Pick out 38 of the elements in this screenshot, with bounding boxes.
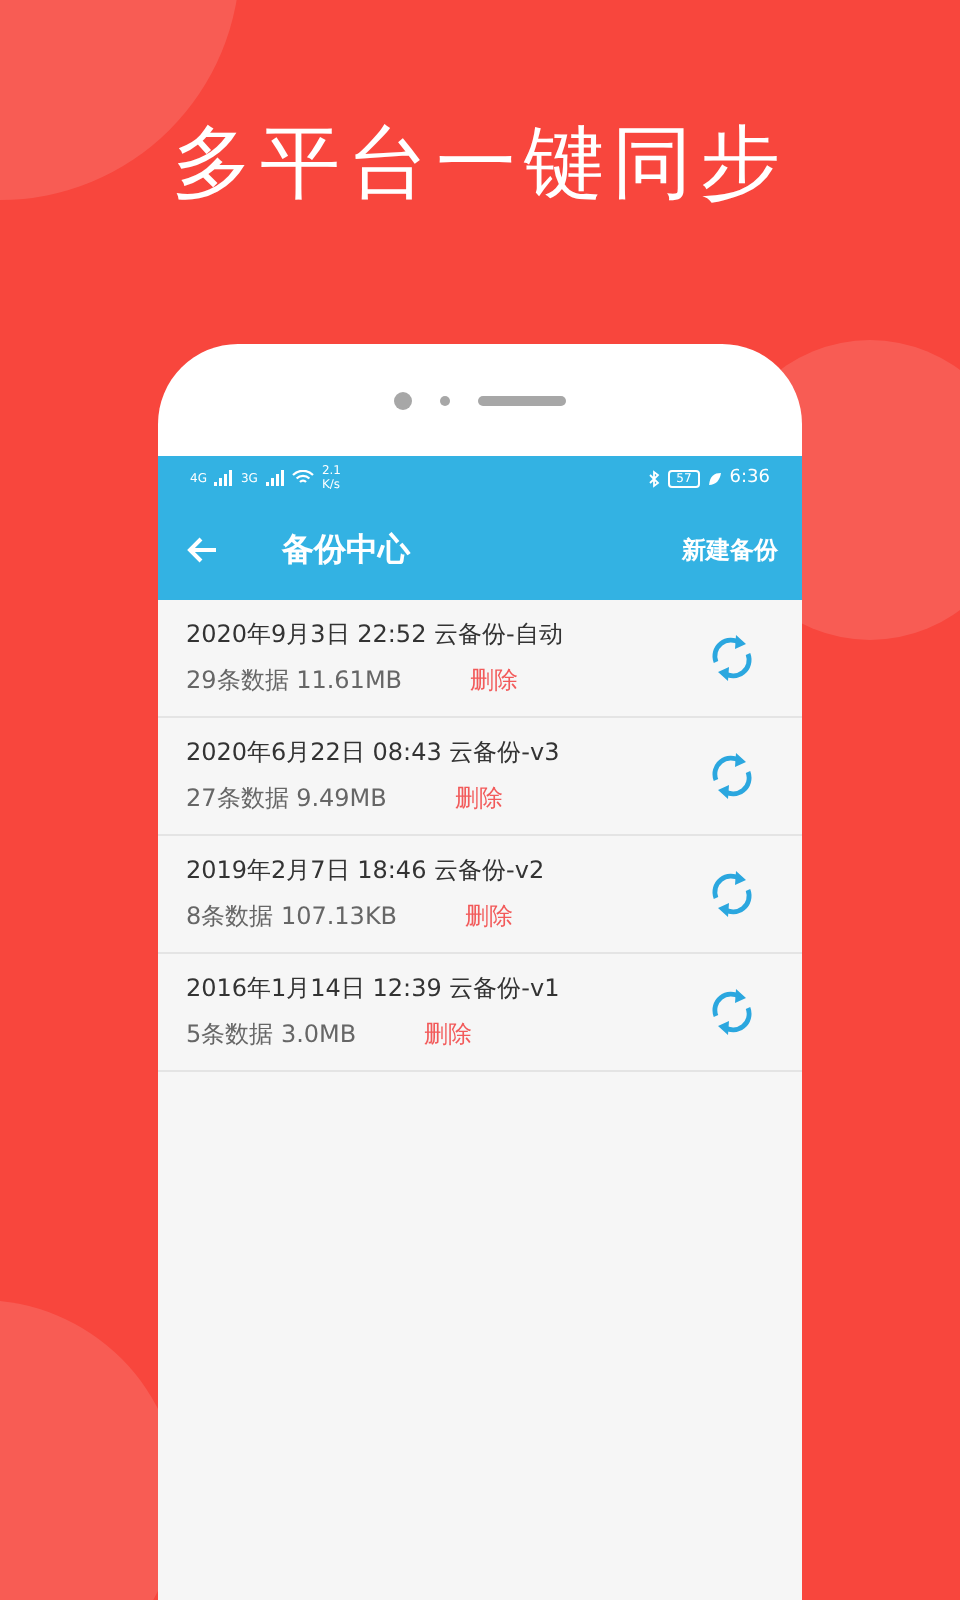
sync-icon	[710, 750, 754, 802]
backup-title: 2020年6月22日 08:43 云备份-v3	[186, 736, 562, 770]
backup-info: 29条数据 11.61MB	[186, 664, 403, 698]
delete-link[interactable]: 删除	[424, 1018, 473, 1052]
backup-row[interactable]: 2020年6月22日 08:43 云备份-v3 27条数据 9.49MB 删除	[158, 718, 802, 836]
backup-title: 2019年2月7日 18:46 云备份-v2	[186, 854, 547, 888]
speaker-icon	[478, 395, 566, 405]
backup-row[interactable]: 2019年2月7日 18:46 云备份-v2 8条数据 107.13KB 删除	[158, 836, 802, 954]
wifi-icon	[291, 470, 314, 486]
signal-icon	[265, 470, 284, 486]
screen-title: 备份中心	[282, 529, 413, 571]
backup-info: 8条数据 107.13KB	[186, 900, 398, 934]
new-backup-button[interactable]: 新建备份	[682, 533, 778, 567]
back-button[interactable]	[186, 536, 218, 564]
sync-icon	[710, 868, 754, 920]
backup-title: 2016年1月14日 12:39 云备份-v1	[186, 972, 562, 1006]
delete-link[interactable]: 删除	[454, 782, 503, 816]
sync-icon	[710, 986, 754, 1038]
leaf-icon	[707, 471, 722, 485]
backup-title: 2020年9月3日 22:52 云备份-自动	[186, 618, 565, 652]
clock-time: 6:36	[729, 468, 770, 488]
headline: 多平台一键同步	[172, 116, 788, 212]
sensor-icon	[440, 395, 450, 405]
sync-button[interactable]	[710, 750, 754, 802]
signal-icon	[214, 470, 233, 486]
camera-icon	[394, 391, 412, 409]
delete-link[interactable]: 删除	[470, 664, 519, 698]
backup-info: 5条数据 3.0MB	[186, 1018, 357, 1052]
sync-button[interactable]	[710, 868, 754, 920]
sync-icon	[710, 632, 754, 684]
bluetooth-icon	[648, 469, 661, 487]
back-arrow-icon	[186, 536, 218, 564]
backup-info: 27条数据 9.49MB	[186, 782, 387, 816]
sync-button[interactable]	[710, 632, 754, 684]
backup-row[interactable]: 2020年9月3日 22:52 云备份-自动 29条数据 11.61MB 删除	[158, 600, 802, 718]
backup-row[interactable]: 2016年1月14日 12:39 云备份-v1 5条数据 3.0MB 删除	[158, 954, 802, 1072]
delete-link[interactable]: 删除	[465, 900, 514, 934]
sync-button[interactable]	[710, 986, 754, 1038]
